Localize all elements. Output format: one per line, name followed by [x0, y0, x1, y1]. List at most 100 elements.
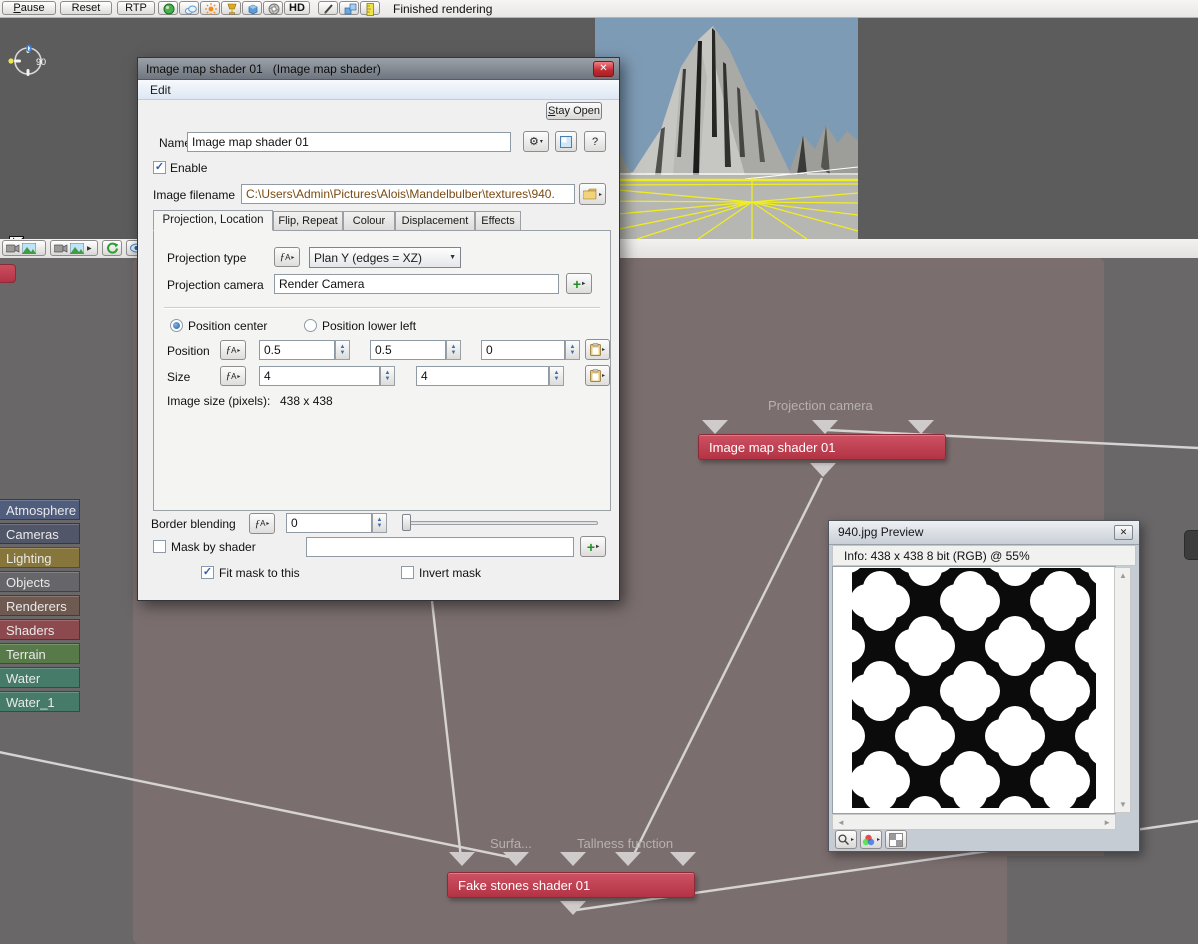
dialog-title: Image map shader 01 [146, 62, 263, 76]
zoom-menu-button[interactable]: ▸ [835, 830, 857, 849]
size-y-input[interactable]: 4 [416, 366, 549, 386]
rtp-button[interactable]: RTP [117, 1, 155, 15]
shutter-button[interactable] [263, 1, 283, 15]
preview-toggle-button[interactable] [555, 131, 577, 152]
name-input[interactable]: Image map shader 01 [187, 132, 511, 152]
projection-type-select[interactable]: Plan Y (edges = XZ) ▼ [309, 247, 461, 268]
sidebar-item-cameras[interactable]: Cameras [0, 523, 80, 544]
hd-button[interactable]: HD [284, 1, 310, 15]
border-blending-slider[interactable] [404, 521, 598, 525]
image-thumb-icon [70, 242, 84, 254]
cloud-button[interactable] [179, 1, 199, 15]
preview-titlebar[interactable]: 940.jpg Preview ✕ [829, 521, 1139, 545]
position-y-stepper[interactable]: ▲ ▼ [446, 340, 461, 360]
position-function-button[interactable]: ƒ A ▸ [220, 340, 246, 360]
dialog-titlebar[interactable]: Image map shader 01 (Image map shader) ✕ [138, 58, 619, 80]
position-lower-left-radio[interactable] [304, 319, 317, 332]
scroll-up-icon[interactable]: ▲ [1119, 571, 1127, 580]
position-x-input[interactable]: 0.5 [259, 340, 335, 360]
camera-view-button[interactable] [2, 240, 46, 256]
border-blending-input[interactable]: 0 [286, 513, 372, 533]
close-icon[interactable]: ✕ [1114, 525, 1133, 540]
preview-vscrollbar[interactable]: ▲ ▼ [1114, 567, 1131, 813]
enable-checkbox[interactable]: ✓ [153, 161, 166, 174]
gear-icon: ⚙ [529, 136, 539, 148]
projection-type-label: Projection type [167, 251, 247, 265]
channels-button[interactable]: ▸ [860, 830, 882, 849]
cube-button[interactable] [242, 1, 262, 15]
stay-open-button[interactable]: Stay Open [546, 102, 602, 120]
magnifier-icon [838, 834, 849, 845]
menu-edit[interactable]: Edit [150, 83, 171, 97]
position-z-stepper[interactable]: ▲ ▼ [565, 340, 580, 360]
projection-camera-input[interactable]: Render Camera [274, 274, 559, 294]
position-copy-button[interactable]: ▸ [585, 339, 610, 360]
plus-icon: + [586, 538, 596, 555]
size-y-stepper[interactable]: ▲ ▼ [549, 366, 564, 386]
blue-cubes-icon [344, 3, 357, 15]
sidebar-item-terrain[interactable]: Terrain [0, 643, 80, 664]
position-x-stepper[interactable]: ▲ ▼ [335, 340, 350, 360]
refresh-button[interactable] [102, 240, 122, 256]
border-blending-stepper[interactable]: ▲ ▼ [372, 513, 387, 533]
mask-shader-input[interactable] [306, 537, 574, 557]
preview-canvas[interactable]: ▲ ▼ [832, 566, 1131, 814]
projection-type-function-button[interactable]: ƒ A ▸ [274, 247, 300, 267]
sidebar-item-renderers[interactable]: Renderers [0, 595, 80, 616]
alpha-checker-button[interactable] [885, 830, 907, 849]
sidebar-item-water-1[interactable]: Water_1 [0, 691, 80, 712]
tab-displacement[interactable]: Displacement [395, 211, 475, 231]
border-blending-function-button[interactable]: ƒ A ▸ [249, 513, 275, 534]
reset-button[interactable]: Reset [60, 1, 112, 15]
trackball-gizmo[interactable]: 0 90 [6, 39, 50, 83]
measure-button[interactable] [360, 1, 380, 16]
border-blending-slider-thumb[interactable] [402, 514, 411, 531]
size-copy-button[interactable]: ▸ [585, 365, 610, 386]
paint-button[interactable] [318, 1, 338, 15]
help-button[interactable]: ? [584, 131, 606, 152]
position-center-radio[interactable] [170, 319, 183, 332]
mask-by-shader-checkbox[interactable] [153, 540, 166, 553]
fit-mask-label: Fit mask to this [219, 566, 300, 580]
sidebar-item-objects[interactable]: Objects [0, 571, 80, 592]
scroll-left-icon[interactable]: ◄ [837, 818, 845, 827]
browse-file-button[interactable]: ▸ [579, 183, 606, 205]
close-icon[interactable]: ✕ [593, 61, 614, 77]
tab-flip-repeat[interactable]: Flip, Repeat [273, 211, 343, 231]
size-x-stepper[interactable]: ▲ ▼ [380, 366, 395, 386]
invert-mask-checkbox[interactable] [401, 566, 414, 579]
preview-hscrollbar[interactable]: ◄ ► [832, 814, 1116, 830]
sidebar-item-water[interactable]: Water [0, 667, 80, 688]
tab-effects[interactable]: Effects [475, 211, 521, 231]
sidebar-item-atmosphere[interactable]: Atmosphere [0, 499, 80, 520]
position-y-input[interactable]: 0.5 [370, 340, 446, 360]
sidebar-item-lighting[interactable]: Lighting [0, 547, 80, 568]
image-map-shader-node[interactable]: Image map shader 01 [698, 434, 946, 460]
render-button[interactable] [158, 1, 178, 15]
brush-icon [324, 4, 333, 15]
position-z-input[interactable]: 0 [481, 340, 565, 360]
sun-button[interactable] [200, 1, 220, 15]
trophy-button[interactable] [221, 1, 241, 15]
blue-square-icon [560, 135, 572, 148]
add-camera-button[interactable]: + ▸ [566, 273, 592, 294]
sidebar-item-shaders[interactable]: Shaders [0, 619, 80, 640]
image-size-label: Image size (pixels): [167, 394, 271, 408]
filename-label: Image filename [153, 188, 236, 202]
size-function-button[interactable]: ƒ A ▸ [220, 366, 246, 386]
invert-mask-label: Invert mask [419, 566, 482, 580]
add-mask-shader-button[interactable]: + ▸ [580, 536, 606, 557]
gear-menu-button[interactable]: ⚙ ▾ [523, 131, 549, 152]
filename-input[interactable]: C:\Users\Admin\Pictures\Alois\Mandelbulb… [241, 184, 575, 204]
scroll-down-icon[interactable]: ▼ [1119, 800, 1127, 809]
objects-button[interactable] [339, 1, 359, 15]
tab-projection-location[interactable]: Projection, Location [153, 210, 273, 231]
fake-stones-shader-node[interactable]: Fake stones shader 01 [447, 872, 695, 898]
fit-mask-checkbox[interactable]: ✓ [201, 566, 214, 579]
pause-button[interactable]: Pause [2, 1, 56, 15]
mask-by-shader-label: Mask by shader [171, 540, 256, 554]
size-x-input[interactable]: 4 [259, 366, 380, 386]
scroll-right-icon[interactable]: ► [1103, 818, 1111, 827]
camera-image-menu-button[interactable]: ▶ [50, 240, 98, 256]
tab-colour[interactable]: Colour [343, 211, 395, 231]
